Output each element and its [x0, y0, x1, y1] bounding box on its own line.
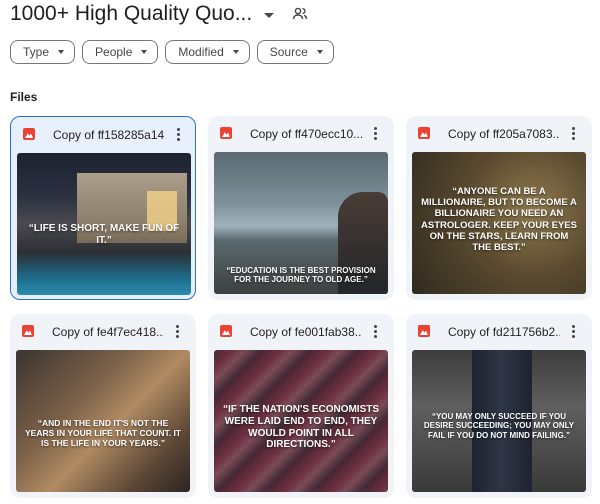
file-thumbnail: “LIFE IS SHORT, MAKE FUN OF IT.”: [17, 153, 191, 295]
more-vert-icon[interactable]: [374, 325, 378, 338]
more-vert-icon[interactable]: [176, 325, 180, 338]
thumbnail-quote: “EDUCATION IS THE BEST PROVISION FOR THE…: [226, 266, 376, 285]
caret-down-icon: [316, 50, 323, 54]
thumbnail-quote: “YOU MAY ONLY SUCCEED IF YOU DESIRE SUCC…: [423, 412, 575, 440]
filter-label: Modified: [178, 45, 224, 59]
file-card[interactable]: Copy of fe001fab38... “IF THE NATION'S E…: [208, 314, 394, 498]
more-vert-icon[interactable]: [572, 325, 576, 338]
section-label-files: Files: [10, 90, 38, 104]
filter-label: Source: [269, 45, 308, 59]
file-name: Copy of fe001fab38...: [250, 325, 362, 339]
card-header: Copy of fe001fab38...: [208, 314, 394, 350]
file-name: Copy of ff158285a14...: [53, 128, 165, 142]
card-header: Copy of fd211756b2...: [406, 314, 592, 350]
file-card[interactable]: Copy of ff470ecc10... “EDUCATION IS THE …: [208, 116, 394, 300]
folder-header: 1000+ High Quality Quo...: [10, 0, 308, 28]
people-icon[interactable]: [292, 6, 308, 22]
filter-type[interactable]: Type: [10, 40, 76, 64]
pdf-icon: [220, 325, 232, 337]
pdf-icon: [22, 325, 34, 337]
file-thumbnail: “YOU MAY ONLY SUCCEED IF YOU DESIRE SUCC…: [412, 350, 586, 492]
file-card[interactable]: Copy of ff158285a14... “LIFE IS SHORT, M…: [10, 116, 196, 300]
more-vert-icon[interactable]: [177, 128, 181, 141]
filter-people[interactable]: People: [82, 40, 159, 64]
pdf-icon: [23, 128, 35, 140]
thumbnail-quote: “IF THE NATION'S ECONOMISTS WERE LAID EN…: [222, 404, 380, 451]
pdf-icon: [418, 127, 430, 139]
caret-down-icon: [58, 50, 65, 54]
filter-label: People: [95, 45, 133, 59]
file-thumbnail: “AND IN THE END IT'S NOT THE YEARS IN YO…: [16, 350, 190, 492]
file-name: Copy of fd211756b2...: [448, 325, 560, 339]
filter-label: Type: [23, 45, 50, 59]
file-card[interactable]: Copy of ff205a7083... “ANYONE CAN BE A M…: [406, 116, 592, 300]
folder-title[interactable]: 1000+ High Quality Quo...: [10, 2, 252, 26]
caret-down-icon: [141, 50, 148, 54]
more-vert-icon[interactable]: [572, 127, 576, 140]
caret-down-icon: [232, 50, 239, 54]
thumbnail-quote: “AND IN THE END IT'S NOT THE YEARS IN YO…: [25, 418, 181, 449]
card-header: Copy of ff205a7083...: [406, 116, 592, 152]
filter-bar: Type People Modified Source: [10, 40, 334, 64]
file-name: Copy of fe4f7ec418...: [52, 325, 164, 339]
caret-down-icon[interactable]: [264, 12, 275, 18]
file-thumbnail: “EDUCATION IS THE BEST PROVISION FOR THE…: [214, 152, 388, 294]
more-vert-icon[interactable]: [374, 127, 378, 140]
thumbnail-quote: “ANYONE CAN BE A MILLIONAIRE, BUT TO BEC…: [421, 186, 577, 254]
thumbnail-quote: “LIFE IS SHORT, MAKE FUN OF IT.”: [28, 223, 180, 246]
file-name: Copy of ff470ecc10...: [250, 127, 362, 141]
file-card[interactable]: Copy of fe4f7ec418... “AND IN THE END IT…: [10, 314, 196, 498]
filter-modified[interactable]: Modified: [165, 40, 250, 64]
card-header: Copy of ff470ecc10...: [208, 116, 394, 152]
file-card[interactable]: Copy of fd211756b2... “YOU MAY ONLY SUCC…: [406, 314, 592, 498]
file-name: Copy of ff205a7083...: [448, 127, 560, 141]
pdf-icon: [220, 127, 232, 139]
file-thumbnail: “IF THE NATION'S ECONOMISTS WERE LAID EN…: [214, 350, 388, 492]
card-header: Copy of ff158285a14...: [11, 117, 195, 153]
filter-source[interactable]: Source: [256, 40, 334, 64]
file-thumbnail: “ANYONE CAN BE A MILLIONAIRE, BUT TO BEC…: [412, 152, 586, 294]
pdf-icon: [418, 325, 430, 337]
card-header: Copy of fe4f7ec418...: [10, 314, 196, 350]
